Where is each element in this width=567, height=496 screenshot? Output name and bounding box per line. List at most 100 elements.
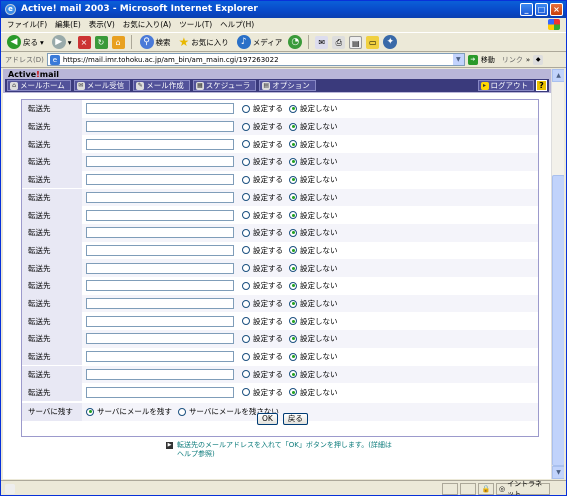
- set-radio[interactable]: [242, 370, 250, 379]
- keep-radio[interactable]: [86, 407, 94, 416]
- set-radio[interactable]: [242, 211, 250, 220]
- messenger-icon[interactable]: ✦: [383, 35, 398, 49]
- set-radio[interactable]: [242, 175, 250, 184]
- maximize-button[interactable]: □: [535, 3, 548, 16]
- favorites-button[interactable]: ★ お気に入り: [177, 33, 231, 51]
- unset-radio[interactable]: [289, 246, 297, 255]
- set-radio[interactable]: [242, 264, 250, 273]
- forward-address-input[interactable]: [86, 368, 234, 380]
- stop-icon[interactable]: ×: [77, 35, 91, 49]
- chevron-down-icon[interactable]: ▼: [452, 54, 464, 65]
- forward-address-input[interactable]: [86, 121, 234, 133]
- forward-address-input[interactable]: [86, 280, 234, 292]
- back-button[interactable]: 戻る: [282, 413, 308, 425]
- scroll-up-icon[interactable]: ▲: [552, 69, 564, 82]
- set-radio[interactable]: [242, 104, 250, 113]
- unset-radio[interactable]: [289, 175, 297, 184]
- media-button[interactable]: ♪ メディア: [235, 33, 284, 51]
- menu-favorites[interactable]: お気に入り(A): [123, 18, 171, 31]
- set-label: 設定する: [253, 139, 283, 149]
- help-button[interactable]: ?: [536, 80, 547, 91]
- unset-radio[interactable]: [289, 211, 297, 220]
- set-radio[interactable]: [242, 299, 250, 308]
- back-button[interactable]: ◀ 戻る ▾: [5, 33, 46, 51]
- set-radio[interactable]: [242, 140, 250, 149]
- forward-address-input[interactable]: [86, 333, 234, 345]
- mail-icon[interactable]: ✉: [315, 35, 329, 49]
- home-icon[interactable]: ⌂: [111, 35, 125, 49]
- hint-text[interactable]: 転送先のメールアドレスを入れて「OK」ボタンを押します。(詳細はヘルプ参照): [177, 441, 396, 459]
- minimize-button[interactable]: _: [520, 3, 533, 16]
- unset-radio[interactable]: [289, 281, 297, 290]
- folder-icon[interactable]: ▭: [366, 35, 380, 49]
- unset-radio[interactable]: [289, 228, 297, 237]
- unset-radio[interactable]: [289, 122, 297, 131]
- set-radio[interactable]: [242, 352, 250, 361]
- ok-button[interactable]: OK: [257, 413, 278, 425]
- extension-icon[interactable]: ◆: [533, 54, 544, 65]
- nav-mail-compose[interactable]: ✎ メール作成: [133, 80, 190, 91]
- nav-options[interactable]: ▤ オプション: [259, 80, 316, 91]
- forward-address-input[interactable]: [86, 315, 234, 327]
- forward-address-input[interactable]: [86, 262, 234, 274]
- menu-tools[interactable]: ツール(T): [179, 18, 212, 31]
- go-button[interactable]: 移動: [481, 55, 495, 65]
- nokeep-radio[interactable]: [177, 407, 186, 416]
- unset-radio[interactable]: [289, 264, 297, 273]
- scroll-thumb[interactable]: [552, 175, 564, 466]
- nav-mail-home[interactable]: ⌂ メールホーム: [7, 80, 71, 91]
- forward-address-input[interactable]: [86, 386, 234, 398]
- forward-address-input[interactable]: [86, 138, 234, 150]
- forward-button[interactable]: ▶ ▾: [50, 33, 74, 51]
- menu-view[interactable]: 表示(V): [89, 18, 115, 31]
- set-label: 設定する: [253, 281, 283, 291]
- history-icon[interactable]: ◔: [288, 35, 303, 49]
- forward-address-input[interactable]: [86, 244, 234, 256]
- set-radio[interactable]: [242, 246, 250, 255]
- forward-address-input[interactable]: [86, 227, 234, 239]
- refresh-icon[interactable]: ↻: [94, 35, 108, 49]
- unset-radio[interactable]: [289, 388, 297, 397]
- menu-file[interactable]: ファイル(F): [7, 18, 47, 31]
- unset-radio[interactable]: [289, 157, 297, 166]
- unset-radio[interactable]: [289, 299, 297, 308]
- set-radio[interactable]: [242, 228, 250, 237]
- unset-radio[interactable]: [289, 104, 297, 113]
- vertical-scrollbar[interactable]: ▲ ▼: [551, 69, 564, 479]
- set-radio[interactable]: [242, 193, 250, 202]
- unset-label: 設定しない: [300, 210, 338, 220]
- unset-radio[interactable]: [289, 193, 297, 202]
- forward-address-input[interactable]: [86, 174, 234, 186]
- scroll-down-icon[interactable]: ▼: [552, 466, 564, 479]
- address-field[interactable]: e https://mail.imr.tohoku.ac.jp/am_bin/a…: [46, 53, 465, 66]
- search-label: 検索: [155, 37, 171, 47]
- menu-help[interactable]: ヘルプ(H): [220, 18, 254, 31]
- set-radio[interactable]: [242, 157, 250, 166]
- forward-address-input[interactable]: [86, 156, 234, 168]
- menu-edit[interactable]: 編集(E): [55, 18, 81, 31]
- forward-address-input[interactable]: [86, 209, 234, 221]
- forward-address-input[interactable]: [86, 298, 234, 310]
- links-button[interactable]: リンク: [502, 55, 523, 65]
- logout-button[interactable]: ▸ ログアウト: [477, 80, 534, 91]
- nav-mail-receive[interactable]: ✉ メール受信: [73, 80, 131, 91]
- search-button[interactable]: ⚲ 検索: [138, 33, 173, 51]
- close-button[interactable]: ×: [550, 3, 563, 16]
- set-radio[interactable]: [242, 334, 250, 343]
- set-radio[interactable]: [242, 388, 250, 397]
- set-radio[interactable]: [242, 122, 250, 131]
- edit-icon[interactable]: ▤: [349, 35, 363, 49]
- go-arrow-icon[interactable]: ➔: [467, 54, 478, 65]
- nav-scheduler[interactable]: ▦ スケジューラ: [192, 80, 257, 91]
- unset-radio[interactable]: [289, 317, 297, 326]
- unset-radio[interactable]: [289, 352, 297, 361]
- set-radio[interactable]: [242, 317, 250, 326]
- unset-radio[interactable]: [289, 370, 297, 379]
- forward-address-input[interactable]: [86, 351, 234, 363]
- forward-address-input[interactable]: [86, 103, 234, 115]
- unset-radio[interactable]: [289, 140, 297, 149]
- set-radio[interactable]: [242, 281, 250, 290]
- print-icon[interactable]: ⎙: [332, 35, 346, 49]
- forward-address-input[interactable]: [86, 191, 234, 203]
- unset-radio[interactable]: [289, 334, 297, 343]
